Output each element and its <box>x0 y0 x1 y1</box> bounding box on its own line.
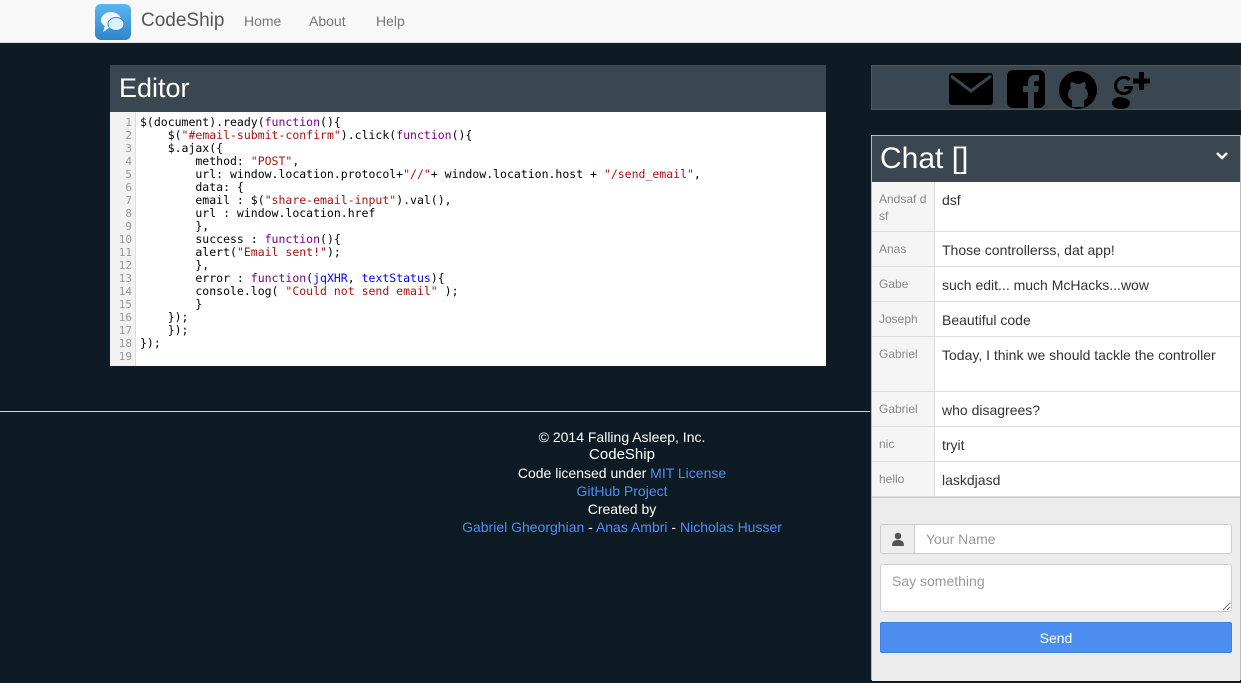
social-bar <box>871 65 1241 110</box>
line-number: 17 <box>118 324 132 337</box>
google-plus-icon[interactable] <box>1110 70 1154 109</box>
line-number: 7 <box>125 194 132 207</box>
author-link-gabriel[interactable]: Gabriel Gheorghian <box>462 519 584 535</box>
chat-title: Chat [] <box>880 142 969 175</box>
footer-license: Code licensed under MIT License <box>380 464 864 482</box>
message-author: Gabriel <box>872 337 935 391</box>
line-number: 16 <box>118 311 132 324</box>
mail-icon[interactable] <box>948 70 993 106</box>
message-text: Beautiful code <box>942 312 1031 328</box>
line-number: 8 <box>125 207 132 220</box>
message-author: hello <box>872 462 935 496</box>
brand-name[interactable]: CodeShip <box>141 10 224 32</box>
nav-link-home[interactable]: Home <box>244 13 281 29</box>
chat-message: Gabe such edit... much McHacks...wow <box>872 267 1240 302</box>
line-number: 10 <box>118 233 132 246</box>
code-text[interactable]: $(document).ready(function(){ $("#email-… <box>140 116 701 350</box>
nav-link-about[interactable]: About <box>309 13 346 29</box>
chat-header: Chat [] <box>872 136 1240 182</box>
chat-message: Anas Those controllerss, dat app! <box>872 232 1240 267</box>
code-editor[interactable]: 1 2 3 4 5 6 7 8 9 10 11 12 13 14 15 16 17 18 19 $(document… <box>110 112 826 366</box>
footer-copyright: © 2014 Falling Asleep, Inc. <box>538 429 706 445</box>
chat-form: Send <box>872 497 1240 681</box>
author-link-nicholas[interactable]: Nicholas Husser <box>680 519 782 535</box>
line-number: 9 <box>125 220 132 233</box>
name-input[interactable] <box>915 524 1232 554</box>
codeship-logo-icon[interactable] <box>95 4 131 40</box>
line-number: 14 <box>118 285 132 298</box>
message-text: who disagrees? <box>942 402 1041 418</box>
chevron-down-icon[interactable] <box>1216 148 1228 166</box>
message-text: Today, I think we should tackle the cont… <box>942 347 1216 363</box>
created-by-label: Created by <box>587 501 657 517</box>
line-number: 12 <box>118 259 132 272</box>
navbar: CodeShip Home About Help <box>0 0 1241 43</box>
line-number: 1 <box>125 116 132 129</box>
line-number: 13 <box>118 272 132 285</box>
nav-link-help[interactable]: Help <box>376 13 405 29</box>
message-text: such edit... much McHacks...wow <box>942 277 1149 293</box>
message-author: Andsaf dsf <box>872 182 935 231</box>
footer-brand: CodeShip <box>589 446 655 463</box>
chat-message: nic tryit <box>872 427 1240 462</box>
chat-message: Gabriel who disagrees? <box>872 392 1240 427</box>
editor-panel: Editor 1 2 3 4 5 6 7 8 9 10 11 12 13 14 15 16 17 18 19 $(d… <box>110 65 826 366</box>
user-icon <box>880 524 915 554</box>
chat-messages[interactable]: Andsaf dsf dsf Anas Those controllerss, … <box>872 182 1240 497</box>
message-author: Gabe <box>872 267 935 301</box>
message-text: tryit <box>942 437 965 453</box>
github-project-link[interactable]: GitHub Project <box>576 483 667 499</box>
line-number: 15 <box>118 298 132 311</box>
name-input-group <box>880 524 1232 554</box>
chat-panel: Chat [] Andsaf dsf dsf Anas Those contro… <box>871 135 1241 681</box>
message-author: Joseph <box>872 302 935 336</box>
message-text: laskdjasd <box>942 472 1001 488</box>
message-author: nic <box>872 427 935 461</box>
line-number: 19 <box>118 350 132 363</box>
mit-license-link[interactable]: MIT License <box>650 465 726 481</box>
line-number: 2 <box>125 129 132 142</box>
chat-message: Gabriel Today, I think we should tackle … <box>872 337 1240 392</box>
authors: Gabriel Gheorghian - Anas Ambri - Nichol… <box>380 518 864 536</box>
line-number: 4 <box>125 155 132 168</box>
line-number: 6 <box>125 181 132 194</box>
footer-divider <box>0 411 870 412</box>
github-icon[interactable] <box>1058 70 1102 109</box>
author-separator: - <box>584 519 596 535</box>
license-prefix: Code licensed under <box>517 465 651 481</box>
line-number: 5 <box>125 168 132 181</box>
facebook-icon[interactable] <box>1006 70 1050 108</box>
chat-message: Andsaf dsf dsf <box>872 182 1240 232</box>
message-input[interactable] <box>880 564 1232 612</box>
line-number: 3 <box>125 142 132 155</box>
line-number: 18 <box>118 337 132 350</box>
message-text: Those controllerss, dat app! <box>942 242 1115 258</box>
editor-title: Editor <box>119 73 190 103</box>
author-link-anas[interactable]: Anas Ambri <box>596 519 668 535</box>
code-area[interactable]: $(document).ready(function(){ $("#email-… <box>136 112 701 366</box>
message-author: Anas <box>872 232 935 266</box>
chat-message: hello laskdjasd <box>872 462 1240 497</box>
editor-header: Editor <box>110 65 826 112</box>
message-author: Gabriel <box>872 392 935 426</box>
chat-message: Joseph Beautiful code <box>872 302 1240 337</box>
line-number: 11 <box>118 246 132 259</box>
line-number-gutter: 1 2 3 4 5 6 7 8 9 10 11 12 13 14 15 16 17 18 19 <box>110 112 136 366</box>
author-separator: - <box>667 519 680 535</box>
footer: © 2014 Falling Asleep, Inc. CodeShip Cod… <box>380 428 864 536</box>
message-text: dsf <box>942 192 961 208</box>
send-button[interactable]: Send <box>880 622 1232 653</box>
